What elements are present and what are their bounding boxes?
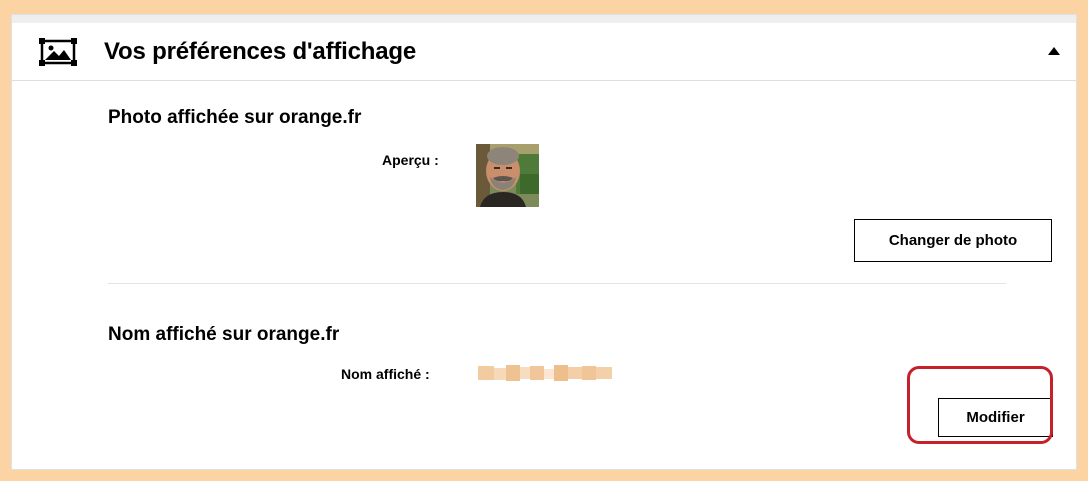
profile-photo-preview [476,144,539,207]
change-photo-button[interactable]: Changer de photo [854,219,1052,262]
section-divider [108,283,1006,284]
panel-top-strip [12,15,1076,23]
redacted-name-blur [478,365,612,381]
display-name-label: Nom affiché : [341,366,430,382]
section-title: Vos préférences d'affichage [104,38,416,65]
profile-photo-image [476,144,539,207]
modify-button-highlight [907,366,1053,444]
panel-header[interactable]: Vos préférences d'affichage [12,23,1076,81]
display-name-value-redacted [478,365,614,381]
image-icon [39,38,77,66]
name-section-title: Nom affiché sur orange.fr [108,324,340,345]
preview-label: Aperçu : [382,152,439,168]
collapse-caret-icon[interactable] [1048,47,1060,55]
photo-section-title: Photo affichée sur orange.fr [108,107,362,128]
